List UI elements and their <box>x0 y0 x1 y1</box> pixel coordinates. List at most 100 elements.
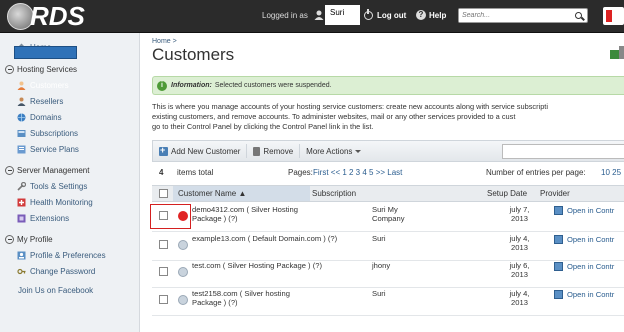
info-text: Selected customers were suspended. <box>214 82 332 89</box>
row-checkbox[interactable] <box>159 267 168 276</box>
more-actions-button[interactable]: More Actions <box>300 147 367 156</box>
customer-name-link[interactable]: demo4312.com ( Silver Hosting Package ) (… <box>192 205 322 223</box>
items-count: 4 <box>159 168 164 177</box>
subscriptions-icon <box>17 129 26 137</box>
facebook-link[interactable]: Join Us on Facebook <box>18 286 93 295</box>
key-icon <box>17 268 26 274</box>
collapse-icon[interactable] <box>5 234 14 244</box>
control-panel-icon <box>554 262 563 271</box>
control-panel-icon <box>554 290 563 299</box>
customer-name-link[interactable]: test2158.com ( Silver hosting Package ) (… <box>192 289 322 307</box>
sidebar-item-label: Service Plans <box>30 144 79 154</box>
column-header-provider[interactable]: Provider <box>540 189 570 198</box>
status-active-icon <box>178 267 188 277</box>
export-icon[interactable] <box>610 50 619 59</box>
search-icon[interactable] <box>575 12 582 19</box>
description-line: This is where you manage accounts of you… <box>152 102 548 111</box>
profile-icon <box>17 251 26 259</box>
sidebar-item-tools-settings[interactable]: Tools & Settings <box>17 180 87 192</box>
sidebar-item-service-plans[interactable]: Service Plans <box>17 143 79 155</box>
status-active-icon <box>178 240 188 250</box>
open-control-panel-link[interactable]: Open in Contr <box>554 262 614 271</box>
row-checkbox[interactable] <box>159 240 168 249</box>
logout-link[interactable]: Log out <box>377 11 406 20</box>
sidebar-item-label: Domains <box>30 112 62 122</box>
toolbar: Add New Customer Remove More Actions <box>152 140 624 162</box>
control-panel-icon <box>554 206 563 215</box>
page-title: Customers <box>152 45 235 64</box>
control-panel-icon <box>554 235 563 244</box>
list-search-input[interactable] <box>502 144 624 159</box>
collapse-icon[interactable] <box>5 64 14 74</box>
customer-name-link[interactable]: example13.com ( Default Domain.com ) (?) <box>192 234 367 243</box>
remove-button[interactable]: Remove <box>247 144 301 158</box>
sidebar-item-profile-preferences[interactable]: Profile & Preferences <box>17 249 106 261</box>
section-title: My Profile <box>17 234 53 244</box>
setup-date-cell: july 4, 2013 <box>509 289 530 307</box>
section-title: Server Management <box>17 165 90 175</box>
service-plans-icon <box>17 145 26 153</box>
panel-toggle-icon[interactable] <box>619 46 624 59</box>
column-header-customer-name[interactable]: Customer Name ▲ <box>178 189 246 198</box>
extensions-icon <box>17 214 26 222</box>
more-actions-label: More Actions <box>306 146 353 156</box>
sidebar-item-change-password[interactable]: Change Password <box>17 265 95 277</box>
pagination-bar: 4 items total Pages: First << 1 2 3 4 5 … <box>152 168 624 180</box>
setup-date-cell: july 7, 2013 <box>509 205 530 223</box>
add-customer-button[interactable]: Add New Customer <box>153 144 248 158</box>
section-title: Hosting Services <box>17 64 78 74</box>
add-icon <box>159 145 168 156</box>
column-header-setup-date[interactable]: Setup Date <box>487 189 527 198</box>
search-input[interactable] <box>459 9 569 22</box>
sidebar-item-health-monitoring[interactable]: Health Monitoring <box>17 196 93 208</box>
select-all-checkbox[interactable] <box>159 189 168 198</box>
trash-icon <box>253 146 261 156</box>
info-icon: i <box>157 80 167 91</box>
customer-name-link[interactable]: test.com ( Silver Hosting Package ) (?) <box>192 261 367 270</box>
add-customer-label: Add New Customer <box>171 146 241 156</box>
description-line: go to their Control Panel by clicking th… <box>152 122 374 131</box>
open-control-panel-link[interactable]: Open in Contr <box>554 235 614 244</box>
sidebar-item-extensions[interactable]: Extensions <box>17 212 69 224</box>
customers-icon <box>17 81 26 90</box>
help-link[interactable]: Help <box>429 11 446 20</box>
sidebar-item-subscriptions[interactable]: Subscriptions <box>17 127 78 139</box>
sidebar-section-hosting-services[interactable]: Hosting Services <box>5 63 77 75</box>
info-label: Information: <box>171 82 212 89</box>
breadcrumb[interactable]: Home > <box>152 38 177 45</box>
sidebar-item-label: Tools & Settings <box>30 181 88 191</box>
sidebar-item-resellers[interactable]: Resellers <box>17 95 63 107</box>
power-icon[interactable] <box>364 9 373 20</box>
logo-text: RDS <box>30 1 85 31</box>
items-total-label: items total <box>177 168 214 177</box>
sidebar-item-label: Resellers <box>30 96 64 106</box>
subscription-cell: Suri <box>372 289 386 298</box>
entries-per-page-label: Number of entries per page: <box>486 168 586 177</box>
username[interactable]: Suri <box>325 5 360 25</box>
sidebar-item-customers[interactable]: Customers <box>17 79 69 91</box>
logo[interactable]: RDS <box>7 2 85 31</box>
page-links[interactable]: First << 1 2 3 4 5 >> Last <box>313 168 402 177</box>
active-item-highlight <box>14 46 77 59</box>
open-control-panel-link[interactable]: Open in Contr <box>554 206 614 215</box>
column-header-subscription[interactable]: Subscription <box>312 189 356 198</box>
sidebar-section-my-profile[interactable]: My Profile <box>5 233 53 245</box>
entries-per-page-options[interactable]: 10 25 <box>601 168 621 177</box>
sidebar-item-label: Extensions <box>30 213 70 223</box>
remove-label: Remove <box>263 146 294 156</box>
sidebar-section-server-management[interactable]: Server Management <box>5 164 89 176</box>
sidebar-item-label: Customers <box>30 80 69 90</box>
language-flag-icon[interactable] <box>603 7 624 25</box>
globe-icon <box>17 113 26 121</box>
setup-date-cell: july 6, 2013 <box>509 261 530 279</box>
open-control-panel-link[interactable]: Open in Contr <box>554 290 614 299</box>
table-row: test.com ( Silver Hosting Package ) (?) … <box>152 259 624 288</box>
sidebar-item-domains[interactable]: Domains <box>17 111 62 123</box>
info-message: i Information: Selected customers were s… <box>152 76 624 95</box>
subscription-cell: Suri My Company <box>372 205 405 223</box>
row-checkbox[interactable] <box>159 295 168 304</box>
sidebar-item-label: Profile & Preferences <box>30 250 106 260</box>
collapse-icon[interactable] <box>5 165 14 175</box>
subscription-cell: jhony <box>372 261 391 270</box>
help-icon[interactable]: ? <box>416 10 426 20</box>
